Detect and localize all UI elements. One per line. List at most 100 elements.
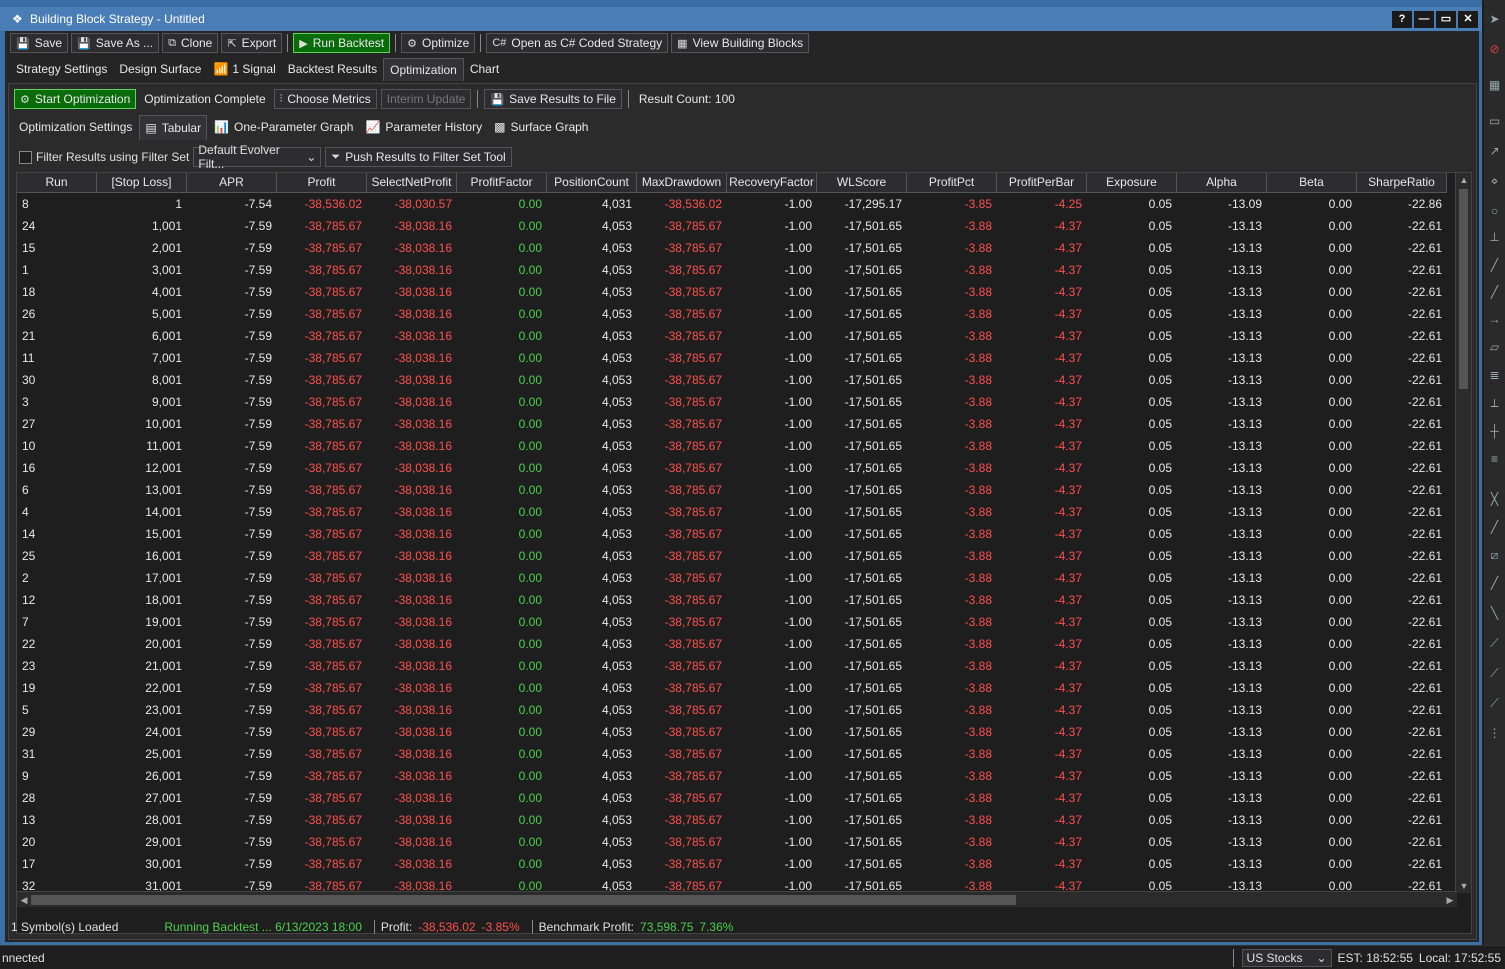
table-row[interactable]: 6 13,001 -7.59 -38,785.67 -38,038.16 0.00 4,05… (17, 479, 1447, 501)
table-row[interactable]: 21 6,001 -7.59 -38,785.67 -38,038.16 0.00 4,05… (17, 325, 1447, 347)
table-row[interactable]: 11 7,001 -7.59 -38,785.67 -38,038.16 0.00 4,05… (17, 347, 1447, 369)
column-header[interactable]: ProfitFactor (457, 173, 547, 193)
table-row[interactable]: 15 2,001 -7.59 -38,785.67 -38,038.16 0.00 4,05… (17, 237, 1447, 259)
table-row[interactable]: 13 28,001 -7.59 -38,785.67 -38,038.16 0.00 4,0… (17, 809, 1447, 831)
draw-tool-icon[interactable]: ⟋ (1487, 696, 1502, 711)
table-row[interactable]: 4 14,001 -7.59 -38,785.67 -38,038.16 0.00 4,05… (17, 501, 1447, 523)
save-button[interactable]: 💾 Save (10, 33, 69, 53)
column-header[interactable]: Exposure (1087, 173, 1177, 193)
draw-tool-icon[interactable]: ⊥ (1487, 230, 1502, 245)
scroll-down-icon[interactable]: ▼ (1456, 879, 1471, 893)
horizontal-scrollbar[interactable]: ◀ ▶ (17, 891, 1457, 907)
column-header[interactable]: SelectNetProfit (367, 173, 457, 193)
market-dropdown[interactable]: US Stocks ⌄ (1241, 949, 1332, 967)
column-header[interactable]: ProfitPct (907, 173, 997, 193)
table-row[interactable]: 28 27,001 -7.59 -38,785.67 -38,038.16 0.00 4,0… (17, 787, 1447, 809)
no-entry-icon[interactable]: ⊘ (1487, 42, 1502, 57)
vertical-scrollbar[interactable]: ▲ ▼ (1455, 173, 1471, 893)
scroll-right-icon[interactable]: ▶ (1443, 892, 1457, 908)
column-header[interactable]: ProfitPerBar (997, 173, 1087, 193)
draw-tool-icon[interactable]: ⟂ (1487, 396, 1502, 411)
scroll-up-icon[interactable]: ▲ (1456, 173, 1471, 187)
column-header[interactable]: PositionCount (547, 173, 637, 193)
optimize-button[interactable]: ⚙ Optimize (401, 33, 476, 53)
view-building-blocks-button[interactable]: ▦ View Building Blocks (671, 33, 810, 53)
draw-tool-icon[interactable]: ⟋ (1487, 666, 1502, 681)
vertical-scroll-thumb[interactable] (1459, 189, 1468, 389)
interim-update-button[interactable]: Interim Update (380, 89, 472, 109)
push-results-button[interactable]: ⏷ Push Results to Filter Set Tool (325, 147, 512, 167)
tab-optimization[interactable]: Optimization (383, 57, 464, 81)
open-csharp-button[interactable]: C# Open as C# Coded Strategy (486, 33, 669, 53)
table-row[interactable]: 30 8,001 -7.59 -38,785.67 -38,038.16 0.00 4,05… (17, 369, 1447, 391)
column-header[interactable]: Alpha (1177, 173, 1267, 193)
export-button[interactable]: ⇱ Export (221, 33, 283, 53)
cursor-icon[interactable]: ➤ (1487, 12, 1502, 27)
column-header[interactable]: MaxDrawdown (637, 173, 727, 193)
scroll-left-icon[interactable]: ◀ (17, 892, 31, 908)
draw-tool-icon[interactable]: ╳ (1487, 492, 1502, 507)
filter-checkbox[interactable] (19, 150, 32, 164)
draw-tool-icon[interactable]: ⧄ (1487, 548, 1502, 563)
draw-tool-icon[interactable]: ╱ (1487, 576, 1502, 591)
table-row[interactable]: 25 16,001 -7.59 -38,785.67 -38,038.16 0.00 4,0… (17, 545, 1447, 567)
table-row[interactable]: 1 3,001 -7.59 -38,785.67 -38,038.16 0.00 4,053… (17, 259, 1447, 281)
table-row[interactable]: 23 21,001 -7.59 -38,785.67 -38,038.16 0.00 4,0… (17, 655, 1447, 677)
table-row[interactable]: 16 12,001 -7.59 -38,785.67 -38,038.16 0.00 4,0… (17, 457, 1447, 479)
tab-one-parameter-graph[interactable]: 📊 One-Parameter Graph (209, 115, 358, 139)
table-row[interactable]: 19 22,001 -7.59 -38,785.67 -38,038.16 0.00 4,0… (17, 677, 1447, 699)
column-header[interactable]: WLScore (817, 173, 907, 193)
tab-signal[interactable]: 📶 1 Signal (207, 58, 281, 80)
table-row[interactable]: 10 11,001 -7.59 -38,785.67 -38,038.16 0.00 4,0… (17, 435, 1447, 457)
tab-design-surface[interactable]: Design Surface (113, 58, 207, 80)
draw-tool-icon[interactable]: ↗ (1487, 144, 1502, 159)
column-header[interactable]: [Stop Loss] (97, 173, 187, 193)
close-button[interactable]: ✕ (1458, 11, 1478, 28)
choose-metrics-button[interactable]: ⫶ Choose Metrics (273, 89, 377, 109)
save-as-button[interactable]: 💾 Save As ... (71, 33, 160, 53)
draw-tool-icon[interactable]: ╱ (1487, 285, 1502, 300)
horizontal-scroll-thumb[interactable] (31, 895, 1016, 905)
start-optimization-button[interactable]: ⚙ Start Optimization (14, 89, 137, 109)
draw-tool-icon[interactable]: ▱ (1487, 340, 1502, 355)
draw-tool-icon[interactable]: ≡ (1487, 452, 1502, 467)
draw-tool-icon[interactable]: ╲ (1487, 606, 1502, 621)
tab-optimization-settings[interactable]: Optimization Settings (14, 115, 137, 139)
table-row[interactable]: 26 5,001 -7.59 -38,785.67 -38,038.16 0.00 4,05… (17, 303, 1447, 325)
help-button[interactable]: ? (1392, 11, 1412, 28)
column-header[interactable]: Run (17, 173, 97, 193)
grid-icon[interactable]: ▦ (1487, 78, 1502, 93)
table-row[interactable]: 17 30,001 -7.59 -38,785.67 -38,038.16 0.00 4,0… (17, 853, 1447, 875)
run-backtest-button[interactable]: ▶ Run Backtest (293, 33, 391, 53)
table-row[interactable]: 2 17,001 -7.59 -38,785.67 -38,038.16 0.00 4,05… (17, 567, 1447, 589)
table-row[interactable]: 20 29,001 -7.59 -38,785.67 -38,038.16 0.00 4,0… (17, 831, 1447, 853)
tab-surface-graph[interactable]: ▩ Surface Graph (489, 115, 593, 139)
draw-tool-icon[interactable]: ≣ (1487, 368, 1502, 383)
table-row[interactable]: 18 4,001 -7.59 -38,785.67 -38,038.16 0.00 4,05… (17, 281, 1447, 303)
table-row[interactable]: 8 1 -7.54 -38,536.02 -38,030.57 0.00 4,031 -38,… (17, 193, 1447, 215)
table-row[interactable]: 29 24,001 -7.59 -38,785.67 -38,038.16 0.00 4,0… (17, 721, 1447, 743)
table-row[interactable]: 12 18,001 -7.59 -38,785.67 -38,038.16 0.00 4,0… (17, 589, 1447, 611)
draw-tool-icon[interactable]: ╱ (1487, 258, 1502, 273)
draw-tool-icon[interactable]: ⋄ (1487, 174, 1502, 189)
table-row[interactable]: 5 23,001 -7.59 -38,785.67 -38,038.16 0.00 4,05… (17, 699, 1447, 721)
column-header[interactable]: Profit (277, 173, 367, 193)
table-row[interactable]: 7 19,001 -7.59 -38,785.67 -38,038.16 0.00 4,05… (17, 611, 1447, 633)
draw-tool-icon[interactable]: ⋮ (1487, 726, 1502, 741)
table-row[interactable]: 9 26,001 -7.59 -38,785.67 -38,038.16 0.00 4,05… (17, 765, 1447, 787)
tab-tabular[interactable]: ▤ Tabular (139, 114, 208, 140)
tab-backtest-results[interactable]: Backtest Results (282, 58, 383, 80)
draw-tool-icon[interactable]: ⟋ (1487, 636, 1502, 651)
draw-tool-icon[interactable]: ○ (1487, 204, 1502, 219)
column-header[interactable]: SharpeRatio (1357, 173, 1447, 193)
table-row[interactable]: 31 25,001 -7.59 -38,785.67 -38,038.16 0.00 4,0… (17, 743, 1447, 765)
maximize-button[interactable]: ▭ (1436, 11, 1456, 28)
minimize-button[interactable]: — (1414, 11, 1434, 28)
filter-set-dropdown[interactable]: Default Evolver Filt... ⌄ (193, 143, 322, 171)
column-header[interactable]: Beta (1267, 173, 1357, 193)
table-row[interactable]: 3 9,001 -7.59 -38,785.67 -38,038.16 0.00 4,053… (17, 391, 1447, 413)
draw-tool-icon[interactable]: ╱ (1487, 520, 1502, 535)
table-row[interactable]: 27 10,001 -7.59 -38,785.67 -38,038.16 0.00 4,0… (17, 413, 1447, 435)
tab-strategy-settings[interactable]: Strategy Settings (10, 58, 113, 80)
clone-button[interactable]: ⧉ Clone (162, 33, 219, 53)
